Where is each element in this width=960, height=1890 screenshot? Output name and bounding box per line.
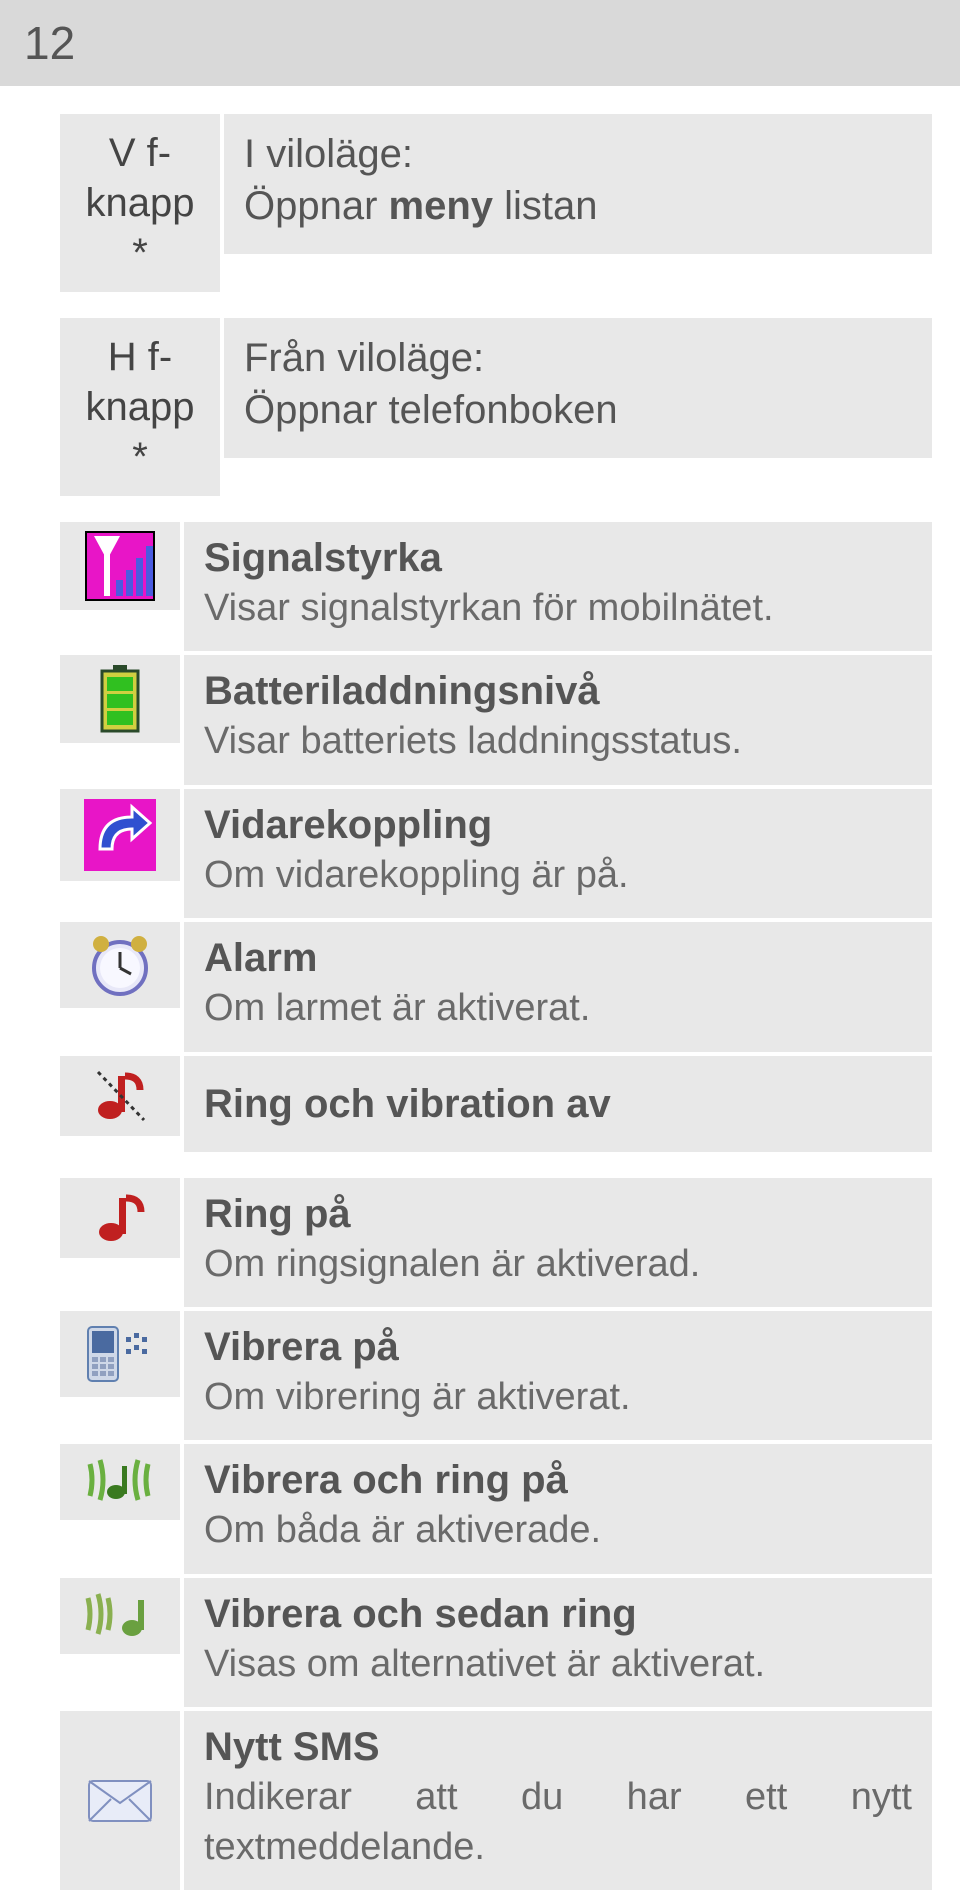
key-label-v: V f- knapp *	[60, 114, 220, 292]
title: Vibrera på	[204, 1321, 912, 1373]
desc: Visas om alternativet är aktiverat.	[204, 1640, 912, 1689]
desc: Indikerar att du har ett nytt textmeddel…	[204, 1773, 912, 1872]
title: Nytt SMS	[204, 1721, 912, 1773]
title: Ring och vibration av	[204, 1078, 912, 1130]
signal-icon	[60, 522, 180, 610]
title: Alarm	[204, 932, 912, 984]
desc: Visar signalstyrkan för mobilnätet.	[204, 584, 912, 633]
vib-ring-icon	[60, 1444, 180, 1520]
row-v-fknapp: V f- knapp * I viloläge: Öppnar meny lis…	[60, 114, 932, 292]
desc-ring-off: Ring och vibration av	[184, 1056, 932, 1152]
alarm-icon	[60, 922, 180, 1008]
page-header: 12	[0, 0, 960, 86]
vib-then-ring-icon	[60, 1578, 180, 1654]
battery-icon	[60, 655, 180, 743]
text: knapp	[86, 385, 195, 429]
desc: Om båda är aktiverade.	[204, 1506, 912, 1555]
text: *	[132, 231, 148, 275]
t: listan	[493, 184, 598, 228]
row-ring-vib-off: Ring och vibration av	[60, 1056, 932, 1152]
line2: Öppnar meny listan	[244, 180, 912, 232]
forwarding-icon	[60, 789, 180, 881]
desc: Om ringsignalen är aktiverad.	[204, 1240, 912, 1289]
row-vibrate-on: Vibrera på Om vibrering är aktiverat.	[60, 1311, 932, 1440]
row-h-fknapp: H f- knapp * Från viloläge: Öppnar telef…	[60, 318, 932, 496]
text: knapp	[86, 181, 195, 225]
key-label-h: H f- knapp *	[60, 318, 220, 496]
page-number: 12	[24, 16, 75, 70]
content-area: V f- knapp * I viloläge: Öppnar meny lis…	[0, 86, 960, 1890]
t: Öppnar	[244, 184, 389, 228]
desc-sms: Nytt SMS Indikerar att du har ett nytt t…	[184, 1711, 932, 1890]
ring-off-icon	[60, 1056, 180, 1136]
vibrate-icon	[60, 1311, 180, 1397]
desc-vibrate: Vibrera på Om vibrering är aktiverat.	[184, 1311, 932, 1440]
row-ring-on: Ring på Om ringsignalen är aktiverad.	[60, 1178, 932, 1307]
t: meny	[389, 184, 494, 228]
title: Signalstyrka	[204, 532, 912, 584]
desc-v: I viloläge: Öppnar meny listan	[224, 114, 932, 254]
row-vib-ring: Vibrera och ring på Om båda är aktiverad…	[60, 1444, 932, 1573]
row-alarm: Alarm Om larmet är aktiverat.	[60, 922, 932, 1051]
line2: Öppnar telefonboken	[244, 384, 912, 436]
row-vib-then-ring: Vibrera och sedan ring Visas om alternat…	[60, 1578, 932, 1707]
desc: Visar batteriets laddningsstatus.	[204, 717, 912, 766]
desc-signal: Signalstyrka Visar signalstyrkan för mob…	[184, 522, 932, 651]
desc-vib-then-ring: Vibrera och sedan ring Visas om alternat…	[184, 1578, 932, 1707]
desc-ring-on: Ring på Om ringsignalen är aktiverad.	[184, 1178, 932, 1307]
desc: Om larmet är aktiverat.	[204, 984, 912, 1033]
sms-icon	[60, 1711, 180, 1890]
row-signal: Signalstyrka Visar signalstyrkan för mob…	[60, 522, 932, 651]
text: H f-	[108, 335, 172, 379]
title: Ring på	[204, 1188, 912, 1240]
line1: I viloläge:	[244, 128, 912, 180]
row-sms: Nytt SMS Indikerar att du har ett nytt t…	[60, 1711, 932, 1890]
title: Vibrera och sedan ring	[204, 1588, 912, 1640]
text: V f-	[109, 131, 171, 175]
title: Batteriladdningsnivå	[204, 665, 912, 717]
row-battery: Batteriladdningsnivå Visar batteriets la…	[60, 655, 932, 784]
line1: Från viloläge:	[244, 332, 912, 384]
ring-on-icon	[60, 1178, 180, 1258]
desc: Om vidarekoppling är på.	[204, 851, 912, 900]
desc-battery: Batteriladdningsnivå Visar batteriets la…	[184, 655, 932, 784]
desc-vib-ring: Vibrera och ring på Om båda är aktiverad…	[184, 1444, 932, 1573]
row-forwarding: Vidarekoppling Om vidarekoppling är på.	[60, 789, 932, 918]
desc-h: Från viloläge: Öppnar telefonboken	[224, 318, 932, 458]
desc-forwarding: Vidarekoppling Om vidarekoppling är på.	[184, 789, 932, 918]
desc-alarm: Alarm Om larmet är aktiverat.	[184, 922, 932, 1051]
desc: Om vibrering är aktiverat.	[204, 1373, 912, 1422]
text: *	[132, 435, 148, 479]
title: Vidarekoppling	[204, 799, 912, 851]
title: Vibrera och ring på	[204, 1454, 912, 1506]
